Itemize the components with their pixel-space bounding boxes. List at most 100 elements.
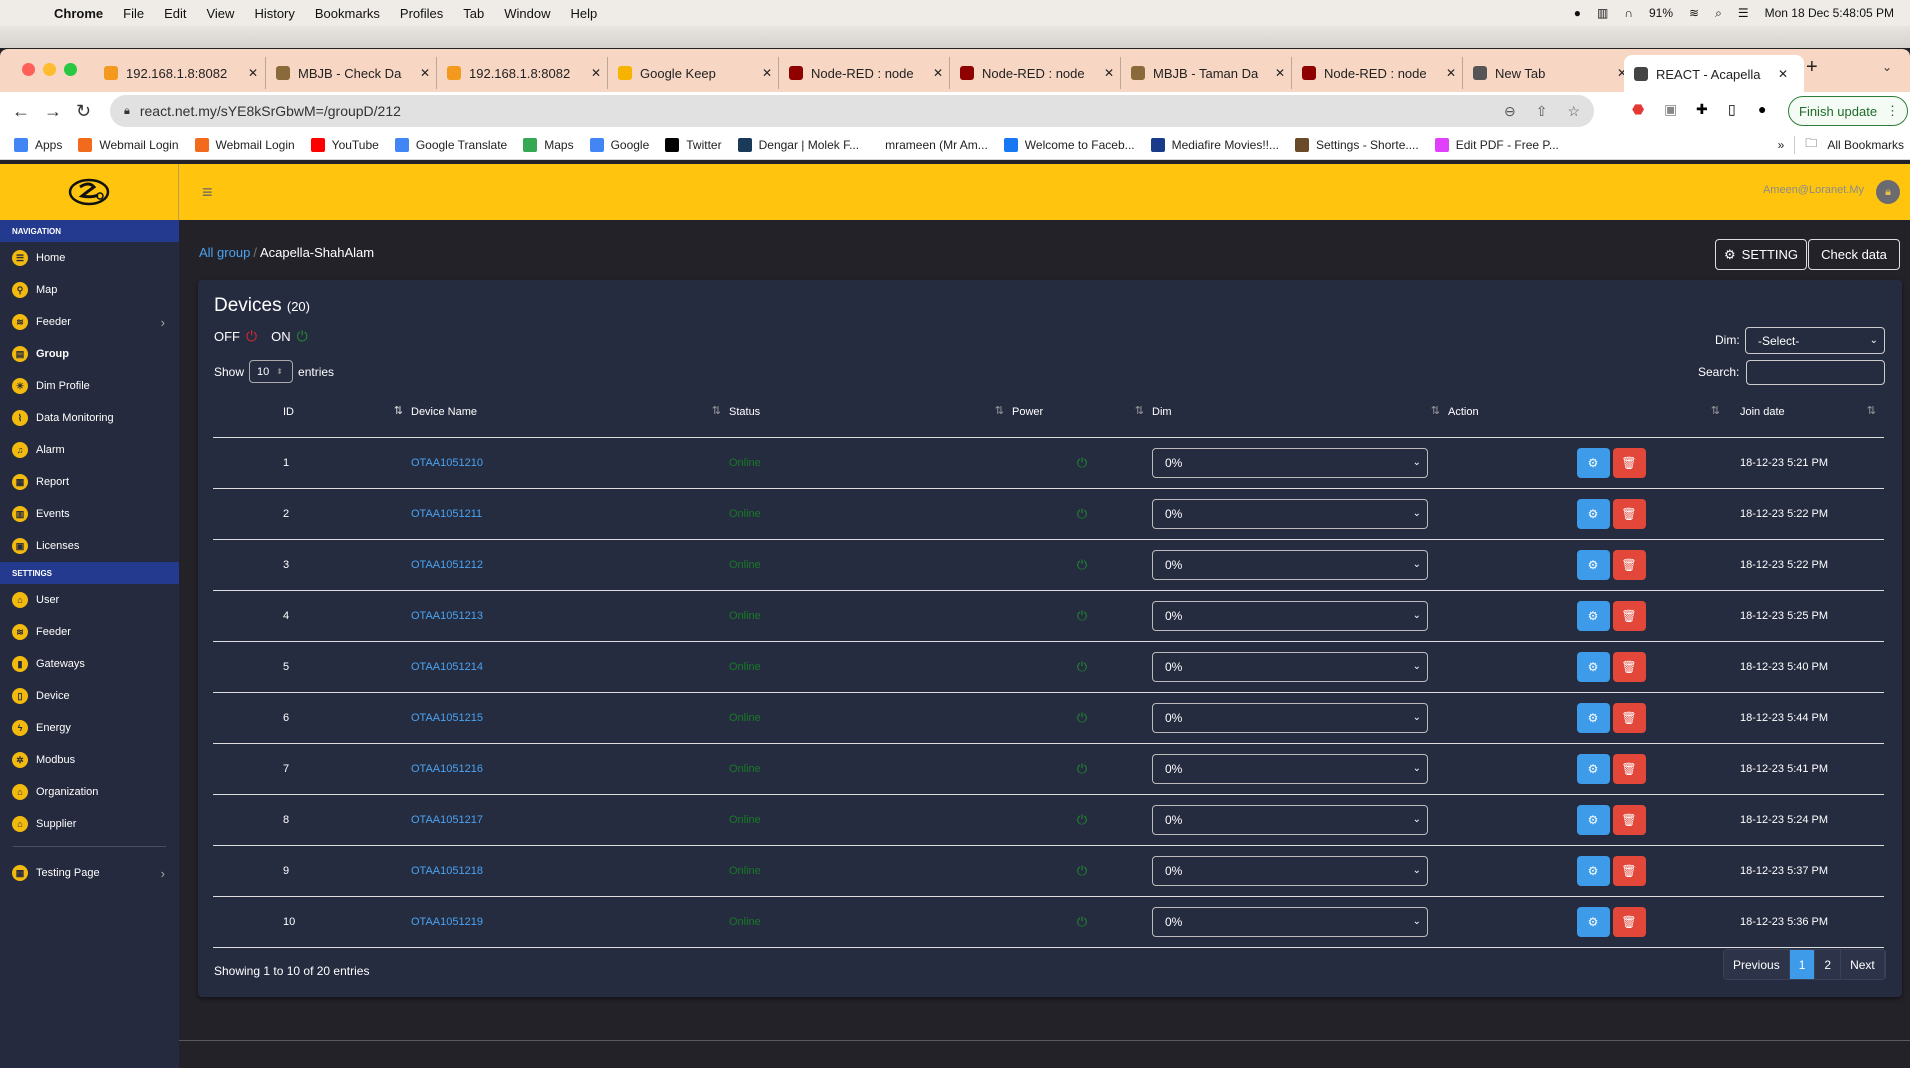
menu-bookmarks[interactable]: Bookmarks (315, 6, 380, 21)
bookmark-star-icon[interactable]: ☆ (1567, 103, 1580, 120)
back-icon[interactable]: ← (12, 101, 30, 122)
delete-button[interactable]: 🗑︎ (1612, 498, 1646, 529)
bookmark-item[interactable]: Webmail Login (194, 137, 295, 152)
sidebar-item-device[interactable]: ▯ Device (0, 680, 179, 712)
close-tab-icon[interactable]: ✕ (1446, 66, 1456, 80)
bookmark-item[interactable]: Dengar | Molek F... (737, 137, 859, 152)
sort-icon[interactable]: ⇅ (1431, 404, 1440, 417)
device-name-link[interactable]: OTAA1051211 (411, 508, 482, 520)
search-input[interactable] (1746, 360, 1885, 385)
browser-tab[interactable]: Node-RED : node ✕ (1291, 57, 1461, 89)
dim-select[interactable]: 0% ⌄ (1152, 600, 1428, 631)
close-tab-icon[interactable]: ✕ (591, 66, 601, 80)
device-name-link[interactable]: OTAA1051216 (411, 763, 483, 775)
tab-search-chevron-icon[interactable]: ⌄ (1882, 60, 1892, 74)
bookmark-item[interactable]: Maps (523, 137, 574, 152)
sidebar-item-gateways[interactable]: ▮ Gateways (0, 648, 179, 680)
user-lock-icon[interactable]: 🔒︎ (1876, 180, 1900, 204)
settings-button[interactable]: ⚙ (1576, 600, 1610, 631)
menu-tab[interactable]: Tab (463, 6, 484, 21)
device-name-link[interactable]: OTAA1051214 (411, 661, 483, 673)
browser-tab[interactable]: Google Keep ✕ (607, 57, 777, 89)
previous-page-button[interactable]: Previous (1724, 950, 1790, 979)
forward-icon[interactable]: → (44, 101, 62, 122)
sidebar-item-energy[interactable]: ϟ Energy (0, 712, 179, 744)
setting-button[interactable]: ⚙ SETTING (1715, 239, 1807, 270)
settings-button[interactable]: ⚙ (1576, 804, 1610, 835)
battery-percent[interactable]: 91% (1649, 6, 1673, 20)
col-dim[interactable]: Dim ⇅ (1152, 387, 1448, 438)
zoom-window-button[interactable] (64, 63, 77, 76)
delete-button[interactable]: 🗑︎ (1612, 855, 1646, 886)
chevron-right-icon[interactable]: › (161, 315, 165, 330)
delete-button[interactable]: 🗑︎ (1612, 906, 1646, 937)
browser-tab[interactable]: MBJB - Check Da ✕ (265, 57, 435, 89)
keyboard-icon[interactable]: ▥ (1597, 6, 1608, 20)
browser-tab[interactable]: Node-RED : node ✕ (778, 57, 948, 89)
power-toggle-icon[interactable]: ⏻ (1012, 743, 1152, 795)
bookmark-item[interactable]: YouTube (310, 137, 379, 152)
kebab-menu-icon[interactable]: ⋮ (1886, 103, 1899, 119)
device-name-link[interactable]: OTAA1051210 (411, 457, 483, 469)
page-2-button[interactable]: 2 (1815, 950, 1842, 979)
device-name-link[interactable]: OTAA1051217 (411, 814, 483, 826)
browser-tab[interactable]: Node-RED : node ✕ (949, 57, 1119, 89)
dim-select[interactable]: 0% ⌄ (1152, 651, 1428, 682)
finish-update-button[interactable]: Finish update ⋮ (1788, 96, 1908, 126)
menu-edit[interactable]: Edit (164, 6, 186, 21)
settings-button[interactable]: ⚙ (1576, 498, 1610, 529)
bookmark-item[interactable]: Webmail Login (78, 137, 179, 152)
col-join-date[interactable]: Join date ⇅ (1728, 387, 1884, 438)
dim-select[interactable]: 0% ⌄ (1152, 804, 1428, 835)
user-email[interactable]: Ameen@Loranet.My (1763, 184, 1864, 196)
power-toggle-icon[interactable]: ⏻ (1012, 641, 1152, 693)
notification-icon[interactable]: ● (1574, 6, 1581, 20)
menu-profiles[interactable]: Profiles (400, 6, 443, 21)
delete-button[interactable]: 🗑︎ (1612, 753, 1646, 784)
settings-button[interactable]: ⚙ (1576, 651, 1610, 682)
browser-tab[interactable]: 192.168.1.8:8082 ✕ (436, 57, 606, 89)
menu-app-name[interactable]: Chrome (54, 6, 103, 21)
reload-icon[interactable]: ↻ (76, 101, 91, 122)
brand-logo[interactable] (0, 164, 179, 220)
menu-history[interactable]: History (254, 6, 294, 21)
power-toggle-icon[interactable]: ⏻ (1012, 845, 1152, 897)
delete-button[interactable]: 🗑︎ (1612, 549, 1646, 580)
sort-asc-icon[interactable]: ⇅ (394, 404, 403, 417)
sidebar-item-data-monitoring[interactable]: ⌇ Data Monitoring (0, 402, 179, 434)
sidebar-item-testing-page[interactable]: ▦ Testing Page › (0, 857, 179, 889)
new-tab-button[interactable]: + (1806, 56, 1818, 79)
sidebar-item-events[interactable]: ▥ Events (0, 498, 179, 530)
bookmark-item[interactable]: Twitter (665, 137, 722, 152)
headphones-icon[interactable]: ∩ (1624, 6, 1633, 20)
hamburger-menu-icon[interactable]: ≡ (202, 182, 213, 203)
spotlight-icon[interactable]: ⌕ (1715, 6, 1722, 21)
menu-window[interactable]: Window (504, 6, 550, 21)
next-page-button[interactable]: Next (1841, 950, 1885, 979)
sidebar-item-map[interactable]: ⚲ Map (0, 274, 179, 306)
device-name-link[interactable]: OTAA1051215 (411, 712, 483, 724)
zoom-out-icon[interactable]: ⊖ (1504, 103, 1516, 120)
bookmark-item[interactable]: Google (589, 137, 649, 152)
dim-select[interactable]: 0% ⌄ (1152, 447, 1428, 478)
sort-icon[interactable]: ⇅ (712, 404, 721, 417)
col-action[interactable]: Action ⇅ (1448, 387, 1728, 438)
close-tab-icon[interactable]: ✕ (420, 66, 430, 80)
check-data-button[interactable]: Check data (1808, 239, 1900, 270)
col-status[interactable]: Status ⇅ (729, 387, 1012, 438)
close-tab-icon[interactable]: ✕ (1778, 67, 1788, 81)
close-tab-icon[interactable]: ✕ (1104, 66, 1114, 80)
menu-file[interactable]: File (123, 6, 144, 21)
sidebar-item-dim-profile[interactable]: ☀ Dim Profile (0, 370, 179, 402)
settings-button[interactable]: ⚙ (1576, 753, 1610, 784)
browser-tab[interactable]: 192.168.1.8:8082 ✕ (94, 57, 264, 89)
delete-button[interactable]: 🗑︎ (1612, 600, 1646, 631)
browser-tab[interactable]: MBJB - Taman Da ✕ (1120, 57, 1290, 89)
page-1-button[interactable]: 1 (1789, 950, 1816, 979)
sort-icon[interactable]: ⇅ (1867, 404, 1876, 417)
dim-select[interactable]: 0% ⌄ (1152, 753, 1428, 784)
settings-button[interactable]: ⚙ (1576, 549, 1610, 580)
close-tab-icon[interactable]: ✕ (933, 66, 943, 80)
bookmark-item[interactable]: Settings - Shorte.... (1295, 137, 1419, 152)
device-name-link[interactable]: OTAA1051213 (411, 610, 483, 622)
